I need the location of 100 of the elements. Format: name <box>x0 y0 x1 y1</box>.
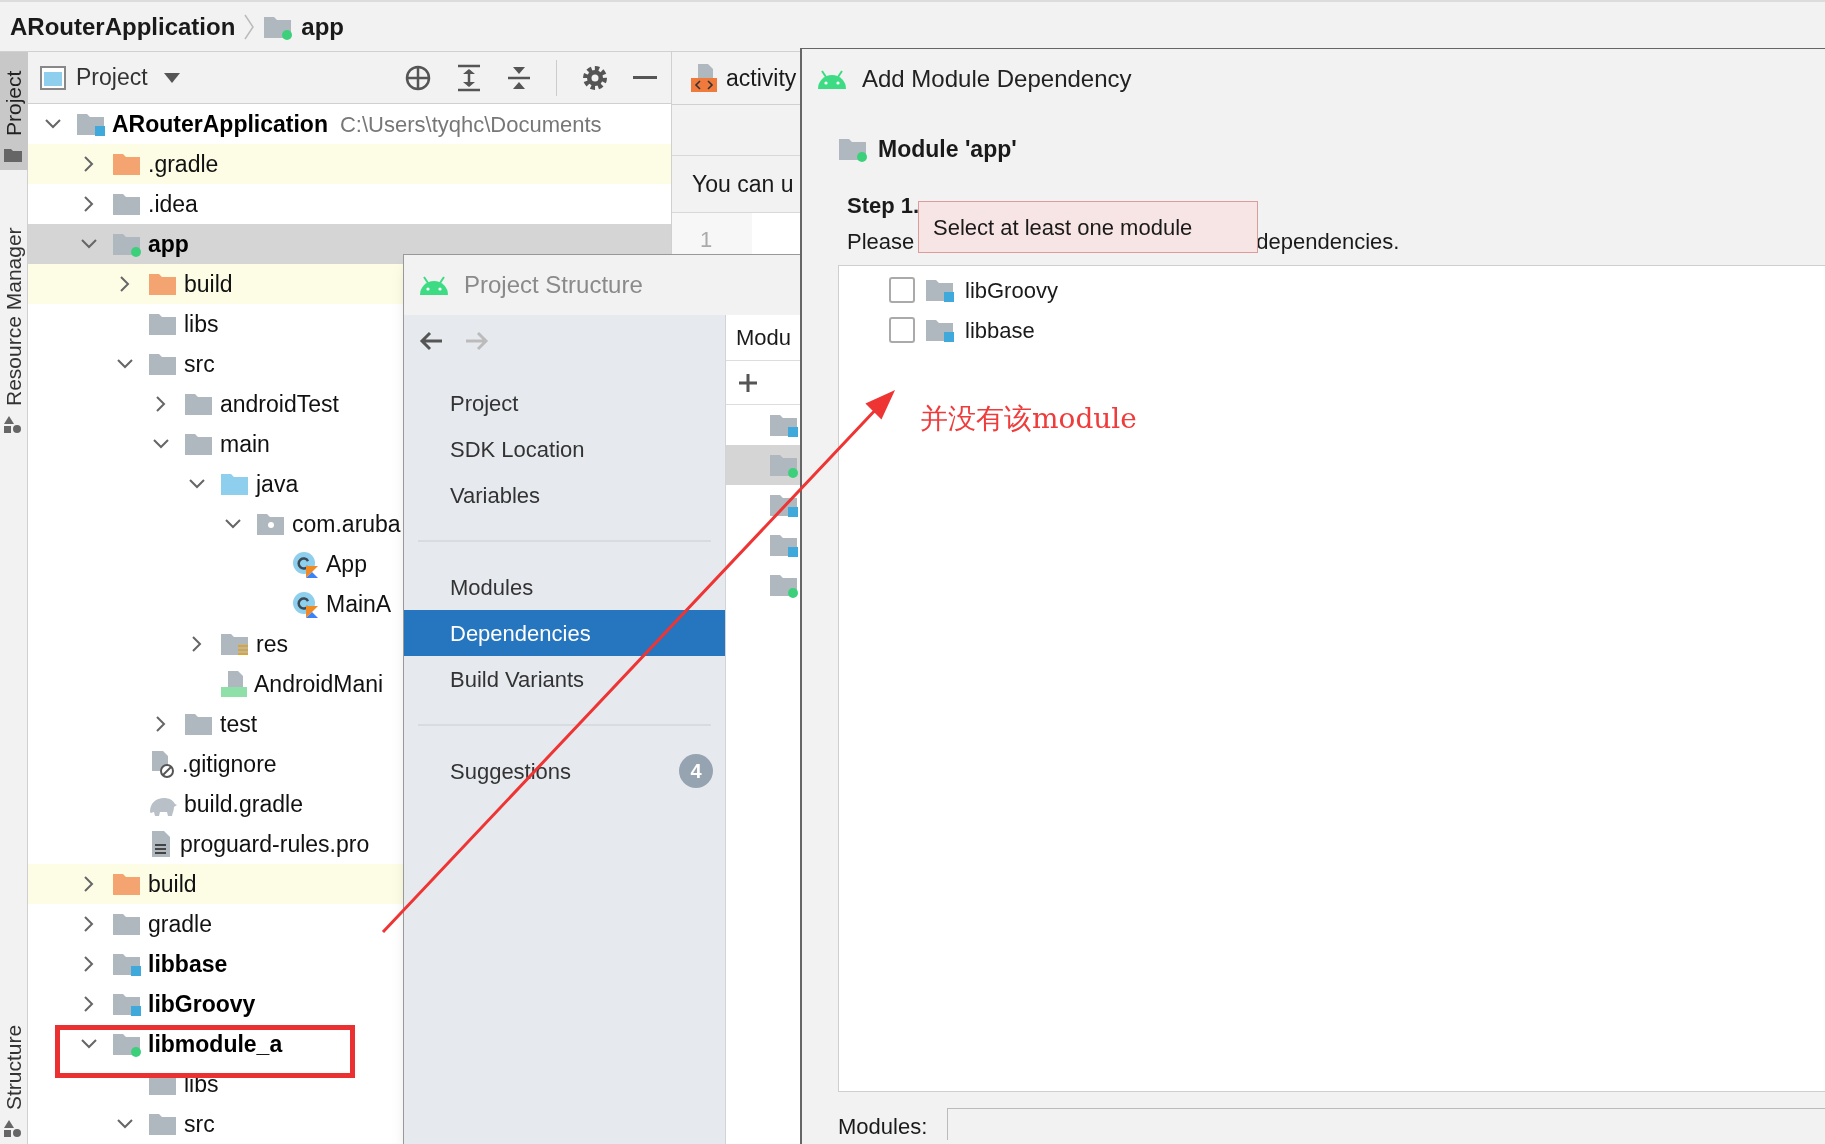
tree-item[interactable]: ARouterApplication C:\Users\tyqhc\Documents <box>28 104 671 144</box>
item-label: src <box>184 1109 215 1139</box>
item-label: app <box>148 229 189 259</box>
editor-tab[interactable]: activity <box>726 60 797 96</box>
package-icon <box>256 511 286 537</box>
tree-item[interactable]: libGroovy <box>28 984 671 1024</box>
module-heading: Module 'app' <box>878 134 1017 164</box>
modules-field[interactable] <box>947 1108 1825 1140</box>
item-label: ARouterApplication <box>112 109 328 139</box>
notice-text: You can u <box>692 169 794 199</box>
nav-item[interactable]: Modules <box>404 564 725 610</box>
module-folder-icon <box>112 991 142 1017</box>
module-folder-icon <box>925 277 955 303</box>
error-tooltip: Select at least one module <box>918 201 1258 253</box>
modules-label: Modules: <box>838 1114 928 1140</box>
folder-icon <box>112 871 142 897</box>
item-label: com.aruba <box>292 509 401 539</box>
item-label: libs <box>184 309 219 339</box>
item-label: libGroovy <box>148 989 256 1019</box>
item-label: androidTest <box>220 389 339 419</box>
item-label: build <box>184 269 233 299</box>
breadcrumb-item[interactable]: ARouterApplication <box>10 8 236 45</box>
resource-folder-icon <box>220 631 250 657</box>
folder-icon <box>184 391 214 417</box>
tree-item[interactable]: libmodule_a <box>28 1024 671 1064</box>
item-label: res <box>256 629 288 659</box>
layout-file-icon <box>690 63 718 93</box>
side-tab[interactable]: Structure <box>1 1020 27 1114</box>
item-label: main <box>220 429 270 459</box>
folder-icon <box>148 271 178 297</box>
side-tab[interactable]: Resource Manager <box>1 223 27 410</box>
nav-item[interactable]: Dependencies <box>404 610 725 656</box>
module-folder-icon <box>76 111 106 137</box>
tree-item[interactable]: .gradle <box>28 144 671 184</box>
shapes-icon <box>4 416 22 434</box>
tree-item[interactable]: src <box>28 1104 671 1144</box>
nav-item[interactable]: Build Variants <box>404 656 725 702</box>
settings-icon[interactable] <box>581 63 609 92</box>
folder-icon <box>112 191 142 217</box>
module-folder-icon <box>112 951 142 977</box>
checkbox[interactable] <box>889 317 915 343</box>
folder-icon <box>148 311 178 337</box>
panel-header: Modu <box>736 324 792 352</box>
view-dropdown[interactable]: Project <box>76 60 180 95</box>
nav-item[interactable]: Variables <box>404 472 725 518</box>
tree-item[interactable]: gradle <box>28 904 671 944</box>
tree-item[interactable]: app <box>28 224 671 264</box>
item-label: libmodule_a <box>148 1029 283 1059</box>
tree-item[interactable]: .idea <box>28 184 671 224</box>
crosshair-icon[interactable] <box>404 63 432 92</box>
count-badge: 4 <box>679 754 713 788</box>
item-label: java <box>256 469 299 499</box>
item-label: AndroidMani <box>254 669 384 699</box>
expand-all-icon[interactable] <box>456 63 482 92</box>
item-label: test <box>220 709 258 739</box>
module-row[interactable] <box>726 445 802 485</box>
dialog-title: Add Module Dependency <box>862 64 1132 94</box>
item-label: MainA <box>326 589 392 619</box>
item-label: build <box>148 869 197 899</box>
window-icon <box>40 65 66 90</box>
add-icon[interactable] <box>738 372 758 393</box>
android-icon <box>816 69 848 89</box>
folder-icon <box>184 431 214 457</box>
checkbox[interactable] <box>889 277 915 303</box>
folder-icon <box>112 151 142 177</box>
item-label: gradle <box>148 909 212 939</box>
module-folder-icon <box>769 532 799 558</box>
item-label: .gitignore <box>182 749 277 779</box>
annotation-text: 并没有该module <box>920 401 1137 437</box>
android-icon <box>418 275 450 295</box>
module-name: libbase <box>965 316 1035 345</box>
module-folder-icon <box>769 572 799 598</box>
line-number: 1 <box>700 227 713 252</box>
back-arrow-icon[interactable] <box>418 329 444 353</box>
module-folder-icon <box>769 412 799 438</box>
step-label: Step 1. <box>847 191 920 220</box>
item-path: C:\Users\tyqhc\Documents <box>339 110 602 139</box>
folder-icon <box>184 711 214 737</box>
instruction-text: Please <box>847 227 915 256</box>
class-icon <box>292 550 320 578</box>
folder-icon <box>220 471 250 497</box>
item-label: App <box>326 549 367 579</box>
item-label: src <box>184 349 215 379</box>
module-folder-icon <box>112 231 142 257</box>
item-label: .gradle <box>148 149 219 179</box>
module-folder-icon <box>838 136 868 162</box>
breadcrumb-separator-icon <box>243 12 256 41</box>
tree-item[interactable]: libbase <box>28 944 671 984</box>
class-icon <box>292 590 320 618</box>
folder-icon <box>112 911 142 937</box>
view-label: Project <box>76 63 148 93</box>
nav-item[interactable]: SDK Location <box>404 426 725 472</box>
instruction-text: dependencies. <box>1256 227 1400 256</box>
folder-icon <box>148 1111 178 1137</box>
manifest-file-icon <box>220 670 248 698</box>
item-label: .idea <box>148 189 198 219</box>
breadcrumb-item[interactable]: app <box>301 8 344 45</box>
tree-item[interactable]: libs <box>28 304 671 344</box>
module-folder-icon <box>925 317 955 343</box>
caret-icon <box>163 72 180 83</box>
